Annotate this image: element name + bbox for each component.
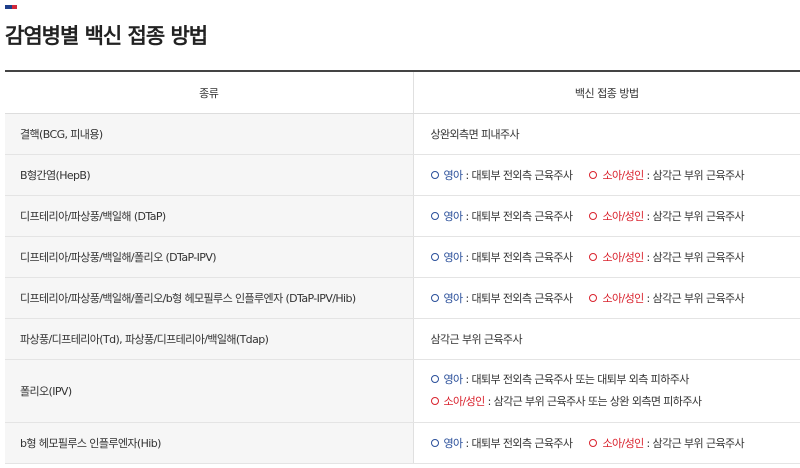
child-adult-method: 소아/성인 : 삼각근 부위 근육주사 [589, 290, 745, 306]
child-text: 삼각근 부위 근육주사 [652, 169, 745, 182]
infant-label: 영아 [443, 251, 464, 264]
method-cell: 영아 : 대퇴부 전외측 근육주사 소아/성인 : 삼각근 부위 근육주사 [412, 277, 800, 319]
child-label: 소아/성인 [602, 210, 644, 223]
infant-label: 영아 [443, 169, 464, 182]
table-row: 파상풍/디프테리아(Td), 파상풍/디프테리아/백일해(Tdap) 삼각근 부… [5, 318, 800, 360]
infant-label: 영아 [443, 373, 464, 386]
infant-circle-icon [430, 294, 439, 302]
vaccine-method-table-container: 종류 백신 접종 방법 결핵(BCG, 피내용) 상완외측면 피내주사 B형간염… [5, 70, 800, 464]
child-text: 삼각근 부위 근육주사 [652, 292, 745, 305]
vaccine-name: 디프테리아/파상풍/백일해/폴리오 (DTaP-IPV) [5, 236, 413, 278]
infant-circle-icon [430, 439, 439, 447]
page-title: 감염병별 백신 접종 방법 [5, 24, 208, 48]
method-text: 상완외측면 피내주사 [430, 128, 520, 141]
infant-method: 영아 : 대퇴부 전외측 근육주사 [430, 435, 573, 451]
method-cell: 영아 : 대퇴부 전외측 근육주사 소아/성인 : 삼각근 부위 근육주사 [412, 422, 800, 464]
child-circle-icon [589, 253, 598, 261]
child-adult-method: 소아/성인 : 삼각근 부위 근육주사 [589, 435, 745, 451]
child-text: 삼각근 부위 근육주사 [652, 437, 745, 450]
vaccine-name: 파상풍/디프테리아(Td), 파상풍/디프테리아/백일해(Tdap) [5, 318, 413, 360]
infant-circle-icon [430, 212, 439, 220]
child-label: 소아/성인 [602, 437, 644, 450]
infant-text: 대퇴부 전외측 근육주사 [471, 437, 573, 450]
method-text: 삼각근 부위 근육주사 [430, 333, 523, 346]
infant-label: 영아 [443, 292, 464, 305]
child-circle-icon [589, 439, 598, 447]
child-circle-icon [589, 212, 598, 220]
child-circle-icon [430, 397, 439, 405]
infant-label: 영아 [443, 437, 464, 450]
table-row: 디프테리아/파상풍/백일해/폴리오 (DTaP-IPV) 영아 : 대퇴부 전외… [5, 236, 800, 278]
table-header-row: 종류 백신 접종 방법 [5, 71, 800, 114]
child-adult-method: 소아/성인 : 삼각근 부위 근육주사 또는 상완 외측면 피하주사 [430, 391, 800, 413]
method-cell: 영아 : 대퇴부 전외측 근육주사 소아/성인 : 삼각근 부위 근육주사 [412, 236, 800, 278]
infant-method: 영아 : 대퇴부 전외측 근육주사 [430, 249, 573, 265]
vaccine-name: 디프테리아/파상풍/백일해 (DTaP) [5, 195, 413, 237]
method-cell: 영아 : 대퇴부 전외측 근육주사 소아/성인 : 삼각근 부위 근육주사 [412, 154, 800, 196]
infant-method: 영아 : 대퇴부 전외측 근육주사 또는 대퇴부 외측 피하주사 [430, 369, 800, 391]
infant-circle-icon [430, 253, 439, 261]
infant-text: 대퇴부 전외측 근육주사 [471, 292, 573, 305]
infant-text: 대퇴부 전외측 근육주사 [471, 210, 573, 223]
vaccine-name: b형 헤모필루스 인플루엔자(Hib) [5, 422, 413, 464]
table-row: 디프테리아/파상풍/백일해/폴리오/b형 헤모필루스 인플루엔자 (DTaP-I… [5, 277, 800, 319]
infant-method: 영아 : 대퇴부 전외측 근육주사 [430, 290, 573, 306]
table-row: b형 헤모필루스 인플루엔자(Hib) 영아 : 대퇴부 전외측 근육주사 소아/… [5, 422, 800, 464]
infant-circle-icon [430, 171, 439, 179]
method-cell: 영아 : 대퇴부 전외측 근육주사 소아/성인 : 삼각근 부위 근육주사 [412, 195, 800, 237]
child-circle-icon [589, 171, 598, 179]
child-label: 소아/성인 [602, 292, 644, 305]
infant-text: 대퇴부 전외측 근육주사 [471, 251, 573, 264]
infant-label: 영아 [443, 210, 464, 223]
child-label: 소아/성인 [443, 395, 486, 408]
child-text: 삼각근 부위 근육주사 또는 상완 외측면 피하주사 [493, 395, 702, 408]
infant-method: 영아 : 대퇴부 전외측 근육주사 [430, 167, 573, 183]
vaccine-name: 디프테리아/파상풍/백일해/폴리오/b형 헤모필루스 인플루엔자 (DTaP-I… [5, 277, 413, 319]
child-label: 소아/성인 [602, 251, 644, 264]
table-row: 결핵(BCG, 피내용) 상완외측면 피내주사 [5, 113, 800, 155]
child-text: 삼각근 부위 근육주사 [652, 210, 745, 223]
child-circle-icon [589, 294, 598, 302]
method-cell: 상완외측면 피내주사 [412, 113, 800, 155]
infant-text: 대퇴부 전외측 근육주사 [471, 169, 573, 182]
vaccine-name: 결핵(BCG, 피내용) [5, 113, 413, 155]
infant-text: 대퇴부 전외측 근육주사 또는 대퇴부 외측 피하주사 [471, 373, 689, 386]
infant-circle-icon [430, 375, 439, 383]
method-cell: 영아 : 대퇴부 전외측 근육주사 또는 대퇴부 외측 피하주사 소아/성인 :… [412, 359, 800, 423]
header-method: 백신 접종 방법 [412, 71, 800, 114]
table-row: 폴리오(IPV) 영아 : 대퇴부 전외측 근육주사 또는 대퇴부 외측 피하주… [5, 359, 800, 423]
child-label: 소아/성인 [602, 169, 644, 182]
vaccine-name: B형간염(HepB) [5, 154, 413, 196]
child-adult-method: 소아/성인 : 삼각근 부위 근육주사 [589, 208, 745, 224]
method-cell: 삼각근 부위 근육주사 [412, 318, 800, 360]
table-row: 디프테리아/파상풍/백일해 (DTaP) 영아 : 대퇴부 전외측 근육주사 소아… [5, 195, 800, 237]
child-adult-method: 소아/성인 : 삼각근 부위 근육주사 [589, 249, 745, 265]
table-row: B형간염(HepB) 영아 : 대퇴부 전외측 근육주사 소아/성인 : 삼각근 … [5, 154, 800, 196]
vaccine-name: 폴리오(IPV) [5, 359, 413, 423]
infant-method: 영아 : 대퇴부 전외측 근육주사 [430, 208, 573, 224]
title-accent-mark [5, 5, 17, 9]
vaccine-method-table: 종류 백신 접종 방법 결핵(BCG, 피내용) 상완외측면 피내주사 B형간염… [5, 70, 800, 464]
child-text: 삼각근 부위 근육주사 [652, 251, 745, 264]
child-adult-method: 소아/성인 : 삼각근 부위 근육주사 [589, 167, 745, 183]
header-type: 종류 [5, 71, 413, 114]
